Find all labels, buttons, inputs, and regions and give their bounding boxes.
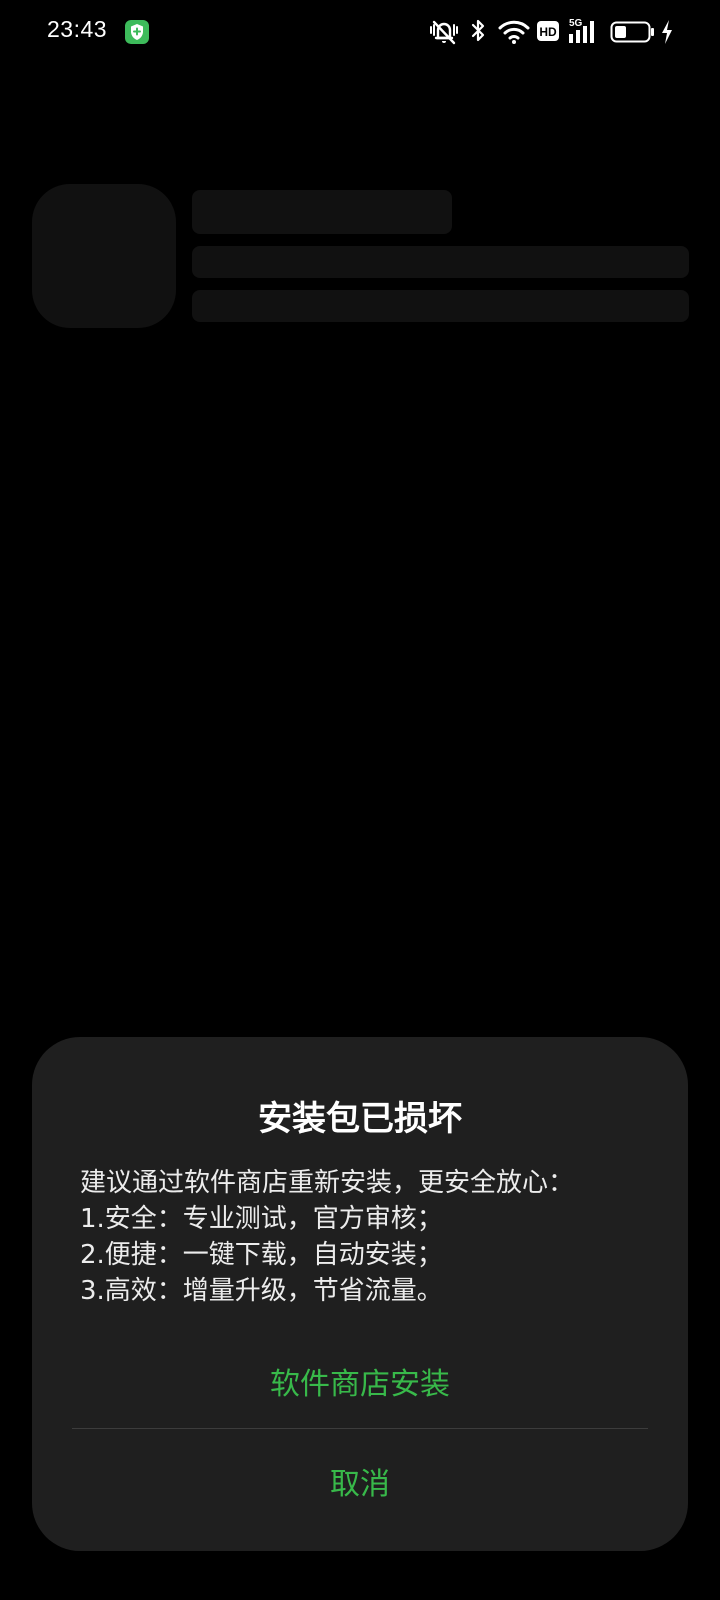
status-bar: 23:43 HD 5G [0,0,720,64]
secure-app-notification-icon [125,20,149,44]
hd-label: HD [539,25,557,39]
app-name-placeholder [192,190,452,234]
corrupted-package-dialog: 安装包已损坏 建议通过软件商店重新安装，更安全放心： 1.安全：专业测试，官方审… [32,1037,688,1551]
cancel-button[interactable]: 取消 [32,1453,688,1517]
app-info-placeholder-1 [192,246,689,278]
app-info-placeholder-2 [192,290,689,322]
dialog-message-line: 建议通过软件商店重新安装，更安全放心： [80,1168,575,1198]
app-icon-placeholder [32,184,176,328]
hd-voice-icon: HD [536,20,560,46]
divider [72,1428,648,1429]
dialog-message-line: 2.便捷：一键下载，自动安装； [80,1240,443,1270]
install-from-app-store-button[interactable]: 软件商店安装 [32,1353,688,1417]
mute-vibrate-icon [428,18,460,50]
status-time: 23:43 [47,16,108,42]
dialog-message: 建议通过软件商店重新安装，更安全放心： 1.安全：专业测试，官方审核； 2.便捷… [80,1165,660,1309]
network-label: 5G [569,18,583,29]
dialog-message-line: 3.高效：增量升级，节省流量。 [80,1276,443,1306]
charging-icon [660,19,674,49]
dialog-title: 安装包已损坏 [258,1099,462,1139]
screen: 23:43 HD 5G 安装包已损坏 建议通过软件商店重新安装，更安全放心： 1… [0,0,720,1600]
battery-icon [610,21,656,47]
signal-5g-icon: 5G [568,16,598,50]
wifi-icon [498,19,530,49]
dialog-message-line: 1.安全：专业测试，官方审核； [80,1204,443,1234]
bluetooth-icon [470,18,486,48]
